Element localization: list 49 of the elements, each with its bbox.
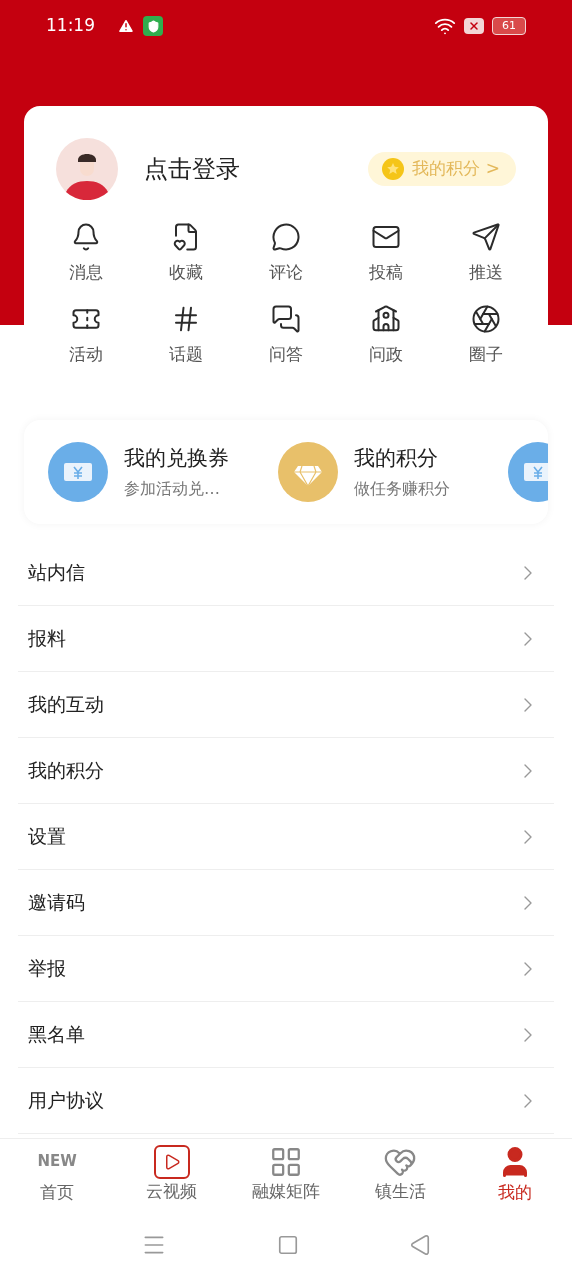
shortcut-item[interactable]: 活动 bbox=[36, 303, 136, 367]
shortcut-item[interactable]: 问政 bbox=[336, 303, 436, 367]
wallet-subtitle: 做任务赚积分 bbox=[354, 477, 450, 500]
coin-icon bbox=[382, 158, 405, 180]
aperture-icon bbox=[471, 303, 501, 334]
menu-row[interactable]: 设置 bbox=[18, 804, 554, 870]
chat-bubbles-icon bbox=[271, 303, 301, 334]
battery-level: 61 bbox=[492, 17, 526, 35]
shortcut-item[interactable]: 话题 bbox=[136, 303, 236, 367]
menu-row[interactable]: 用户协议 bbox=[18, 1068, 554, 1134]
building-icon bbox=[371, 303, 401, 334]
shortcut-item[interactable]: 收藏 bbox=[136, 222, 236, 286]
shield-icon bbox=[143, 16, 163, 36]
wallet-subtitle: 参加活动兑… bbox=[124, 477, 221, 500]
shortcut-item[interactable]: 投稿 bbox=[336, 222, 436, 286]
menu-row[interactable]: 邀请码 bbox=[18, 870, 554, 936]
shortcut-item[interactable]: 问答 bbox=[236, 303, 336, 367]
shortcut-item[interactable]: 消息 bbox=[36, 222, 136, 286]
nav-tab[interactable]: NEW 首页 bbox=[0, 1139, 115, 1210]
menu-row[interactable]: 黑名单 bbox=[18, 1002, 554, 1068]
wallet-item[interactable]: 我的兑换券 参加活动兑… bbox=[48, 442, 262, 502]
wallet-item[interactable]: 我的积分 做任务赚积分 bbox=[278, 442, 492, 502]
nav-tab[interactable]: 融媒矩阵 bbox=[228, 1139, 344, 1210]
sim-icon bbox=[464, 18, 484, 34]
video-play-icon bbox=[153, 1144, 190, 1179]
wallet-title: 我的积分 bbox=[354, 445, 439, 473]
comment-icon bbox=[271, 222, 301, 252]
coupon-icon bbox=[48, 442, 108, 502]
menu-row[interactable]: 我的互动 bbox=[18, 672, 554, 738]
new-logo: NEW bbox=[37, 1151, 77, 1173]
wallet-title: 我的兑换券 bbox=[124, 445, 229, 473]
shortcut-item[interactable]: 评论 bbox=[236, 222, 336, 286]
warning-icon bbox=[117, 17, 135, 35]
back-icon[interactable] bbox=[409, 1234, 431, 1256]
bell-icon bbox=[71, 222, 101, 252]
menu-row[interactable]: 我的积分 bbox=[18, 738, 554, 804]
menu-row[interactable]: 站内信 bbox=[18, 540, 554, 606]
send-icon bbox=[471, 222, 501, 252]
login-link[interactable]: 点击登录 bbox=[144, 151, 240, 187]
home-icon[interactable] bbox=[277, 1234, 299, 1256]
shortcut-item[interactable]: 圈子 bbox=[436, 303, 536, 367]
nav-tab[interactable]: 云视频 bbox=[114, 1139, 229, 1210]
menu-row[interactable]: 举报 bbox=[18, 936, 554, 1002]
shortcut-item[interactable]: 推送 bbox=[436, 222, 536, 286]
nav-tab[interactable]: 我的 bbox=[457, 1139, 572, 1210]
menu-row[interactable]: 报料 bbox=[18, 606, 554, 672]
avatar[interactable] bbox=[56, 138, 118, 200]
status-time: 11:19 bbox=[46, 14, 95, 38]
nav-tab[interactable]: 镇生活 bbox=[343, 1139, 458, 1210]
